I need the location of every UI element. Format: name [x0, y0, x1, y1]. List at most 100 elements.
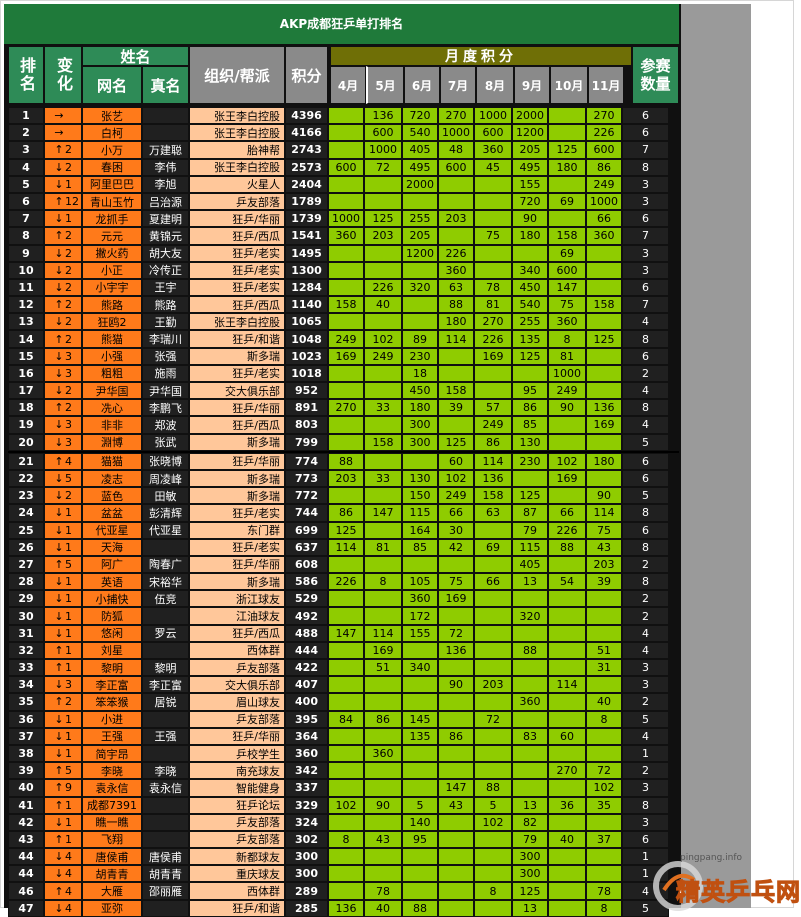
table-row: 34 ↓ 3 李正富 李正富 交大俱乐部 407 90 203 114 3: [8, 676, 679, 694]
month-score-cell: [364, 175, 402, 193]
month-score-cell: 87: [512, 504, 548, 522]
count-cell: 2: [622, 555, 669, 574]
month-score-cell: 102: [438, 469, 474, 488]
month-score-cell: [328, 848, 364, 866]
month-score-cell: 226: [438, 244, 474, 262]
header-count: 参赛数量: [632, 46, 679, 104]
rank-cell: 26: [8, 538, 44, 556]
month-score-cell: 320: [402, 278, 438, 297]
month-score-cell: [328, 676, 364, 694]
table-row: 35 ↑ 2 笨笨猴 居锐 眉山球友 400 360 40 2: [8, 693, 679, 711]
month-score-cell: 203: [328, 469, 364, 488]
table-row: 14 ↑ 2 熊猫 李瑞川 狂乒/和谐 1048 249 102 89 114 226 135 8 125 8: [8, 330, 679, 348]
arrow-down-icon: ↓: [54, 418, 64, 432]
realname-cell: [142, 899, 189, 917]
score-cell: 1284: [285, 278, 328, 297]
org-cell: 斯多瑞: [189, 347, 285, 365]
month-score-cell: [474, 210, 512, 228]
month-score-cell: [402, 261, 438, 279]
month-score-cell: [586, 865, 622, 883]
table-row: 18 ↑ 2 冼心 李鹏飞 狂乒/华丽 891 270 33 180 39 57 86 90 136 8: [8, 399, 679, 417]
month-score-cell: 39: [586, 573, 622, 591]
change-cell: ↓ 1: [44, 727, 82, 745]
score-cell: 407: [285, 676, 328, 694]
org-cell: 狂乒/西瓜: [189, 227, 285, 245]
score-cell: 772: [285, 487, 328, 505]
month-score-cell: [438, 830, 474, 849]
change-cell: ↓ 2: [44, 278, 82, 297]
month-score-cell: 114: [586, 504, 622, 522]
change-cell: ↓ 2: [44, 158, 82, 176]
header-month-3: 6月: [404, 66, 440, 104]
month-score-cell: [402, 313, 438, 331]
change-cell: ↑ 1: [44, 659, 82, 677]
month-score-cell: 57: [474, 399, 512, 417]
table-row: 25 ↓ 1 代亚星 代亚星 东门群 699 125 164 30 79 226 75 6: [8, 521, 679, 539]
rank-cell: 35: [8, 693, 44, 711]
month-score-cell: 300: [402, 416, 438, 434]
count-cell: 5: [622, 487, 669, 505]
org-cell: 狂乒/老实: [189, 278, 285, 297]
month-score-cell: [364, 693, 402, 711]
rank-cell: 10: [8, 261, 44, 279]
arrow-down-icon: ↓: [54, 263, 64, 277]
month-score-cell: [364, 416, 402, 434]
count-cell: 4: [622, 727, 669, 745]
count-cell: 4: [622, 416, 669, 434]
count-cell: 2: [622, 693, 669, 711]
month-score-cell: 88: [402, 899, 438, 917]
month-score-cell: 720: [402, 107, 438, 125]
netname-cell: 李正富: [82, 676, 142, 694]
rank-cell: 38: [8, 744, 44, 763]
month-score-cell: [328, 124, 364, 142]
rank-cell: 33: [8, 659, 44, 677]
arrow-down-icon: ↓: [54, 609, 64, 623]
change-amount: 2: [65, 695, 72, 709]
table-row: 2 → 白柯 张王李白控股 4166 600 540 1000 600 1200 226 6: [8, 124, 679, 142]
netname-cell: 王强: [82, 727, 142, 745]
month-score-cell: 95: [402, 830, 438, 849]
month-score-cell: [548, 590, 586, 608]
table-row: 44 ↓ 4 唐侯甫 唐侯甫 新都球友 300 300 1: [8, 848, 679, 866]
month-score-cell: [438, 347, 474, 365]
arrow-up-icon: ↑: [54, 884, 64, 898]
realname-cell: [142, 796, 189, 814]
month-score-cell: 90: [586, 487, 622, 505]
change-amount: 1: [65, 177, 72, 191]
netname-cell: 粗粗: [82, 364, 142, 382]
change-amount: 1: [65, 661, 72, 675]
month-score-cell: [548, 813, 586, 831]
org-cell: 狂乒/西瓜: [189, 624, 285, 642]
month-score-cell: [548, 641, 586, 659]
change-cell: ↑ 1: [44, 641, 82, 659]
month-score-cell: [548, 848, 586, 866]
change-amount: 2: [65, 160, 72, 174]
change-amount: 1: [65, 212, 72, 226]
month-score-cell: 158: [586, 296, 622, 314]
month-score-cell: 66: [586, 210, 622, 228]
org-cell: 江油球友: [189, 607, 285, 625]
month-score-cell: 270: [548, 762, 586, 780]
count-cell: 3: [622, 813, 669, 831]
month-score-cell: 136: [364, 107, 402, 125]
month-score-cell: [364, 848, 402, 866]
month-score-cell: [586, 676, 622, 694]
month-score-cell: [586, 244, 622, 262]
month-score-cell: 158: [328, 296, 364, 314]
change-cell: ↑ 2: [44, 227, 82, 245]
month-score-cell: [364, 521, 402, 539]
month-score-cell: 226: [548, 521, 586, 539]
realname-cell: [142, 830, 189, 849]
rank-cell: 21: [8, 452, 44, 470]
org-cell: 乒友部落: [189, 813, 285, 831]
score-cell: 337: [285, 779, 328, 797]
month-score-cell: 40: [548, 830, 586, 849]
org-cell: 狂乒/老实: [189, 504, 285, 522]
month-score-cell: 84: [328, 710, 364, 728]
month-score-cell: [402, 693, 438, 711]
rank-cell: 41: [8, 796, 44, 814]
score-cell: 4166: [285, 124, 328, 142]
rank-cell: 22: [8, 469, 44, 488]
month-score-cell: [438, 813, 474, 831]
month-score-cell: 102: [328, 796, 364, 814]
